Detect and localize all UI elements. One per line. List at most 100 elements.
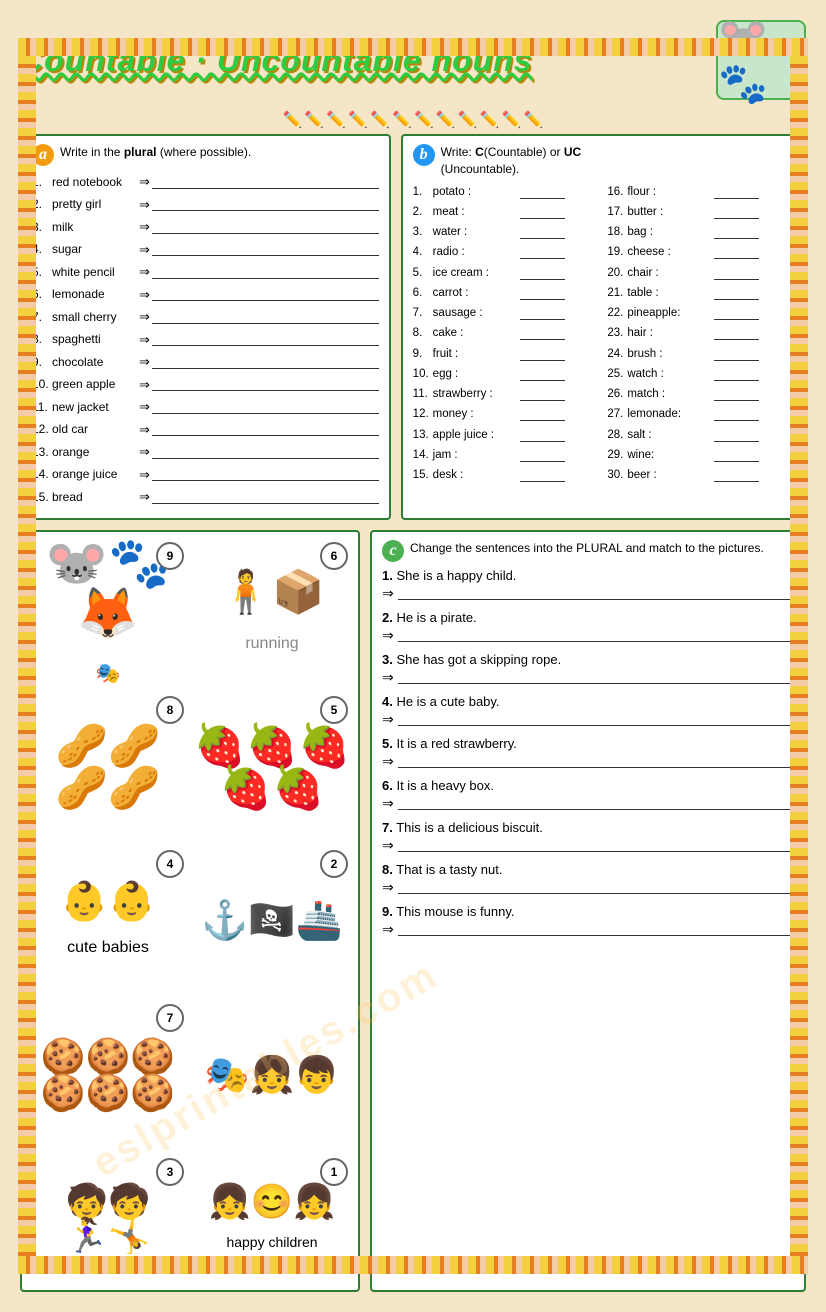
- section-b-item: 30. beer :: [607, 467, 794, 484]
- answer-line[interactable]: [520, 307, 565, 320]
- c-answer-line[interactable]: [398, 754, 794, 768]
- answer-line[interactable]: [714, 388, 759, 401]
- answer-line[interactable]: [520, 206, 565, 219]
- pencil-icon: ✏️: [392, 110, 412, 130]
- section-a-item: 15. bread ⇒: [32, 487, 379, 507]
- answer-line[interactable]: [152, 445, 379, 459]
- answer-line[interactable]: [152, 197, 379, 211]
- answer-line[interactable]: [520, 246, 565, 259]
- answer-line[interactable]: [152, 332, 379, 346]
- c-answer-line[interactable]: [398, 670, 794, 684]
- section-a-item: 5. white pencil ⇒: [32, 262, 379, 282]
- section-b-item: 29. wine:: [607, 447, 794, 464]
- answer-line[interactable]: [520, 449, 565, 462]
- item-text: table :: [627, 285, 712, 302]
- answer-line[interactable]: [520, 469, 565, 482]
- answer-line[interactable]: [520, 368, 565, 381]
- item-text: orange juice: [52, 465, 137, 483]
- answer-line[interactable]: [714, 469, 759, 482]
- c-item-num: 5.: [382, 736, 393, 751]
- answer-line[interactable]: [520, 429, 565, 442]
- section-a-item: 14. orange juice ⇒: [32, 465, 379, 485]
- answer-line[interactable]: [152, 242, 379, 256]
- answer-line[interactable]: [714, 348, 759, 361]
- item-text: salt :: [627, 427, 712, 444]
- item-number: 27.: [607, 406, 625, 423]
- c-answer-area: ⇒: [382, 627, 794, 644]
- answer-line[interactable]: [152, 287, 379, 301]
- c-answer-line[interactable]: [398, 712, 794, 726]
- answer-line[interactable]: [520, 267, 565, 280]
- c-arrow-icon: ⇒: [382, 627, 394, 644]
- answer-line[interactable]: [152, 175, 379, 189]
- answer-line[interactable]: [520, 226, 565, 239]
- section-a-letter: a: [32, 144, 54, 166]
- pic-cell-3: 8 🥜🥜🥜🥜: [28, 692, 188, 842]
- answer-line[interactable]: [152, 265, 379, 279]
- arrow-icon: ⇒: [139, 285, 150, 305]
- answer-line[interactable]: [714, 449, 759, 462]
- item-text: apple juice :: [433, 427, 518, 444]
- c-sentence: 9. This mouse is funny.: [382, 904, 794, 919]
- c-answer-line[interactable]: [398, 880, 794, 894]
- answer-line[interactable]: [714, 307, 759, 320]
- item-text: cheese :: [627, 244, 712, 261]
- c-answer-line[interactable]: [398, 586, 794, 600]
- item-text: white pencil: [52, 263, 137, 281]
- answer-line[interactable]: [152, 310, 379, 324]
- answer-line[interactable]: [714, 267, 759, 280]
- section-b-item: 4. radio :: [413, 244, 600, 261]
- item-text: lemonade: [52, 285, 137, 303]
- answer-line[interactable]: [520, 408, 565, 421]
- pic-cell-8: 🎭👧👦: [192, 1000, 352, 1150]
- pic-cell-7: 7 🍪🍪🍪🍪🍪🍪: [28, 1000, 188, 1150]
- c-answer-line[interactable]: [398, 628, 794, 642]
- answer-line[interactable]: [520, 287, 565, 300]
- item-number: 23.: [607, 325, 625, 342]
- answer-line[interactable]: [152, 377, 379, 391]
- answer-line[interactable]: [714, 246, 759, 259]
- c-answer-area: ⇒: [382, 921, 794, 938]
- answer-line[interactable]: [520, 327, 565, 340]
- section-b-item: 15. desk :: [413, 467, 600, 484]
- item-number: 5.: [413, 265, 431, 282]
- answer-line[interactable]: [714, 408, 759, 421]
- answer-line[interactable]: [152, 355, 379, 369]
- answer-line[interactable]: [714, 327, 759, 340]
- c-arrow-icon: ⇒: [382, 585, 394, 602]
- pencil-icon: ✏️: [282, 110, 302, 130]
- arrow-icon: ⇒: [139, 375, 150, 395]
- answer-line[interactable]: [520, 348, 565, 361]
- c-arrow-icon: ⇒: [382, 837, 394, 854]
- answer-line[interactable]: [152, 490, 379, 504]
- answer-line[interactable]: [520, 388, 565, 401]
- section-c-item: 2. He is a pirate. ⇒: [382, 610, 794, 644]
- c-answer-line[interactable]: [398, 796, 794, 810]
- answer-line[interactable]: [714, 429, 759, 442]
- answer-line[interactable]: [152, 467, 379, 481]
- arrow-icon: ⇒: [139, 465, 150, 485]
- item-text: water :: [433, 224, 518, 241]
- answer-line[interactable]: [714, 206, 759, 219]
- section-c-item: 9. This mouse is funny. ⇒: [382, 904, 794, 938]
- arrow-icon: ⇒: [139, 352, 150, 372]
- answer-line[interactable]: [714, 186, 759, 199]
- pic-num-5: 5: [320, 696, 348, 724]
- answer-line[interactable]: [714, 226, 759, 239]
- answer-line[interactable]: [152, 400, 379, 414]
- item-text: match :: [627, 386, 712, 403]
- arrow-icon: ⇒: [139, 217, 150, 237]
- answer-line[interactable]: [714, 368, 759, 381]
- item-number: 1.: [32, 173, 52, 191]
- pencil-icon: ✏️: [436, 110, 456, 130]
- item-number: 4.: [32, 240, 52, 258]
- c-answer-line[interactable]: [398, 922, 794, 936]
- section-a-item: 10. green apple ⇒: [32, 375, 379, 395]
- item-text: ice cream :: [433, 265, 518, 282]
- answer-line[interactable]: [152, 422, 379, 436]
- c-answer-line[interactable]: [398, 838, 794, 852]
- answer-line[interactable]: [520, 186, 565, 199]
- answer-line[interactable]: [714, 287, 759, 300]
- c-item-num: 4.: [382, 694, 393, 709]
- answer-line[interactable]: [152, 220, 379, 234]
